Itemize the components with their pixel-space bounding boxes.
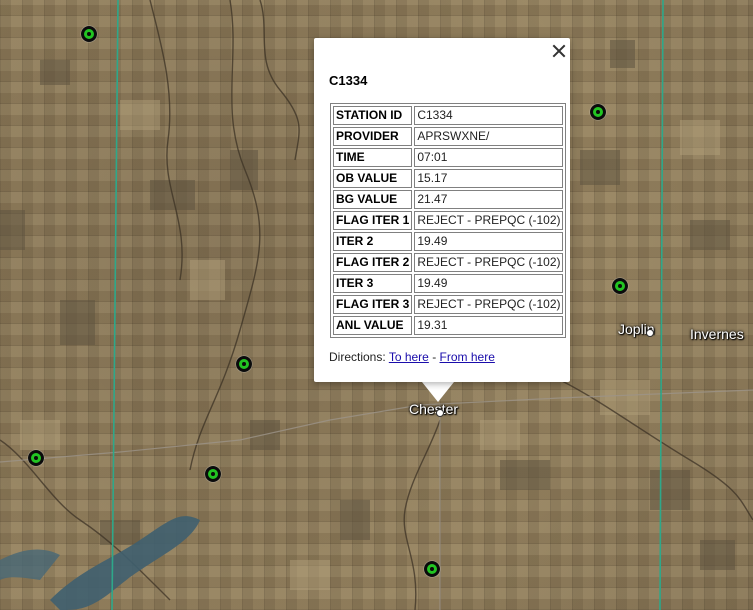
popup-pointer (422, 382, 454, 402)
row-key: OB VALUE (333, 169, 413, 188)
town-dot-chester (436, 409, 444, 417)
close-button[interactable] (550, 42, 568, 60)
row-key: BG VALUE (333, 190, 413, 209)
station-marker[interactable] (236, 356, 252, 372)
close-icon[interactable] (550, 42, 568, 60)
town-dot-joplin (646, 329, 654, 337)
row-key: FLAG ITER 1 (333, 211, 413, 230)
row-key: ITER 3 (333, 274, 413, 293)
from-here-link[interactable]: From here (440, 350, 495, 364)
row-key: FLAG ITER 2 (333, 253, 413, 272)
row-key: ANL VALUE (333, 316, 413, 335)
row-value: REJECT - PREPQC (-102) (414, 211, 564, 230)
row-value: REJECT - PREPQC (-102) (414, 295, 564, 314)
table-row: BG VALUE 21.47 (333, 190, 564, 209)
row-key: TIME (333, 148, 413, 167)
to-here-link[interactable]: To here (389, 350, 429, 364)
table-row: PROVIDER APRSWXNE/ (333, 127, 564, 146)
station-data-table: STATION ID C1334 PROVIDER APRSWXNE/TIME 07:0… (330, 103, 567, 338)
table-row: FLAG ITER 3 REJECT - PREPQC (-102) (333, 295, 564, 314)
directions: Directions: To here - From here (329, 350, 495, 364)
row-key: ITER 2 (333, 232, 413, 251)
row-value: 19.31 (414, 316, 564, 335)
place-label-chester: Chester (409, 401, 459, 417)
table-row: TIME 07:01 (333, 148, 564, 167)
station-info-popup: C1334 STATION ID C1334 PROVIDER APRSWXNE/TI… (314, 38, 570, 382)
row-value: C1334 (414, 106, 564, 125)
table-row: STATION ID C1334 (333, 106, 564, 125)
row-key: FLAG ITER 3 (333, 295, 413, 314)
table-row: FLAG ITER 1 REJECT - PREPQC (-102) (333, 211, 564, 230)
table-row: ANL VALUE 19.31 (333, 316, 564, 335)
lake-arm (0, 549, 60, 580)
row-value: APRSWXNE/ (414, 127, 564, 146)
station-marker[interactable] (612, 278, 628, 294)
table-row: ITER 3 19.49 (333, 274, 564, 293)
row-value: 07:01 (414, 148, 564, 167)
popup-title: C1334 (329, 73, 368, 88)
row-value: 15.17 (414, 169, 564, 188)
row-value: 19.49 (414, 232, 564, 251)
row-value: REJECT - PREPQC (-102) (414, 253, 564, 272)
station-marker[interactable] (28, 450, 44, 466)
table-row: ITER 2 19.49 (333, 232, 564, 251)
row-value: 21.47 (414, 190, 564, 209)
table-row: FLAG ITER 2 REJECT - PREPQC (-102) (333, 253, 564, 272)
station-marker[interactable] (81, 26, 97, 42)
station-marker[interactable] (205, 466, 221, 482)
directions-separator: - (432, 350, 437, 364)
station-marker[interactable] (424, 561, 440, 577)
table-row: OB VALUE 15.17 (333, 169, 564, 188)
row-key: PROVIDER (333, 127, 413, 146)
row-value: 19.49 (414, 274, 564, 293)
row-key: STATION ID (333, 106, 413, 125)
directions-prefix: Directions: (329, 350, 386, 364)
place-label-invernes: Invernes (690, 326, 744, 342)
station-marker[interactable] (590, 104, 606, 120)
